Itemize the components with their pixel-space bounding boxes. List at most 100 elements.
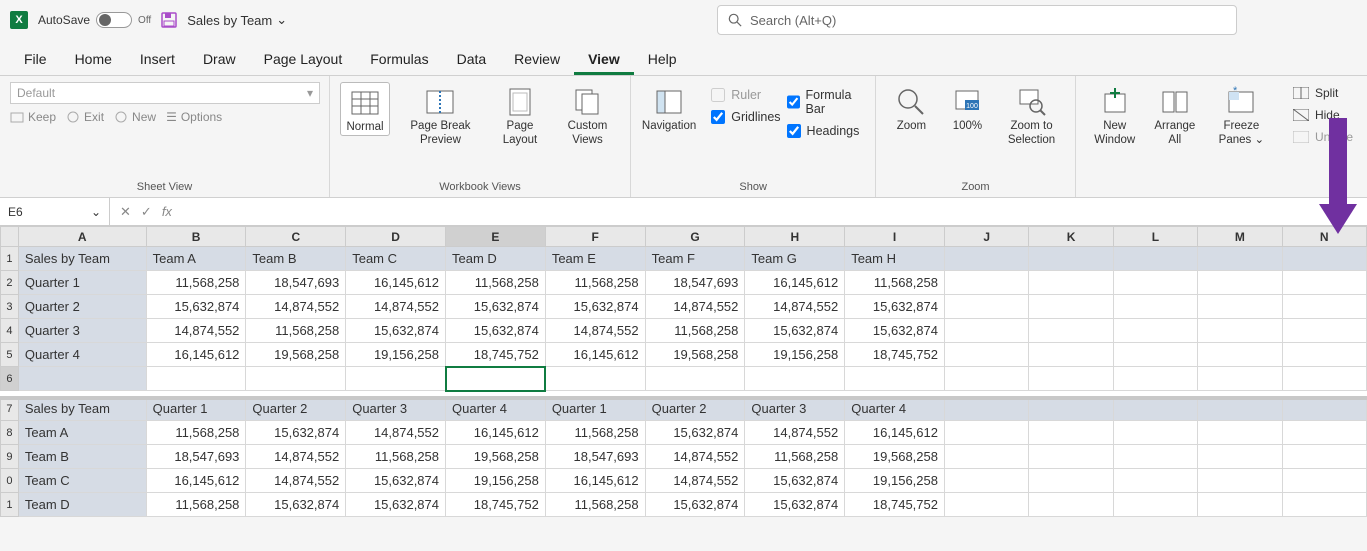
cell[interactable] <box>1029 343 1113 367</box>
cell[interactable]: 11,568,258 <box>146 421 246 445</box>
cell[interactable]: 11,568,258 <box>346 445 446 469</box>
tab-help[interactable]: Help <box>634 43 691 75</box>
save-icon[interactable] <box>161 12 177 28</box>
cell[interactable]: 18,547,693 <box>645 271 745 295</box>
cell[interactable]: 19,156,258 <box>446 469 546 493</box>
cell[interactable] <box>1198 367 1282 391</box>
cell[interactable]: 15,632,874 <box>446 295 546 319</box>
cell[interactable] <box>1113 445 1197 469</box>
cell[interactable] <box>645 367 745 391</box>
col-header-K[interactable]: K <box>1029 227 1113 247</box>
cell[interactable] <box>1282 319 1367 343</box>
cell[interactable]: 11,568,258 <box>146 493 246 517</box>
cell[interactable]: 11,568,258 <box>545 271 645 295</box>
cell[interactable] <box>945 367 1029 391</box>
gridlines-checkbox[interactable]: Gridlines <box>711 110 780 124</box>
cell[interactable]: 15,632,874 <box>446 319 546 343</box>
cell[interactable]: Team F <box>645 247 745 271</box>
cell[interactable]: 16,145,612 <box>446 421 546 445</box>
cell[interactable]: Team H <box>845 247 945 271</box>
cell[interactable] <box>1282 271 1367 295</box>
cell[interactable]: Team C <box>346 247 446 271</box>
cell[interactable]: 18,745,752 <box>446 343 546 367</box>
cell[interactable]: 18,547,693 <box>146 445 246 469</box>
cell[interactable]: Team G <box>745 247 845 271</box>
cell[interactable]: 15,632,874 <box>346 469 446 493</box>
cell[interactable] <box>1113 421 1197 445</box>
worksheet-grid[interactable]: ABCDEFGHIJKLMN1Sales by TeamTeam ATeam B… <box>0 226 1367 517</box>
split-button[interactable]: Split <box>1289 84 1357 102</box>
cell[interactable]: 11,568,258 <box>645 319 745 343</box>
col-header-F[interactable]: F <box>545 227 645 247</box>
row-header[interactable]: 5 <box>1 343 19 367</box>
cell[interactable]: 15,632,874 <box>246 421 346 445</box>
cell[interactable]: 11,568,258 <box>146 271 246 295</box>
cell[interactable]: 18,547,693 <box>545 445 645 469</box>
cell[interactable]: 19,568,258 <box>246 343 346 367</box>
cell[interactable]: 11,568,258 <box>446 271 546 295</box>
cell[interactable]: 11,568,258 <box>246 319 346 343</box>
cell[interactable] <box>1198 343 1282 367</box>
cell[interactable]: 11,568,258 <box>545 421 645 445</box>
enter-icon[interactable]: ✓ <box>137 204 156 220</box>
cell[interactable] <box>945 295 1029 319</box>
row-header[interactable]: 4 <box>1 319 19 343</box>
row-header[interactable]: 2 <box>1 271 19 295</box>
keep-button[interactable]: Keep <box>10 110 56 124</box>
cell[interactable]: 14,874,552 <box>745 295 845 319</box>
cell[interactable] <box>1282 397 1367 421</box>
col-header-C[interactable]: C <box>246 227 346 247</box>
navigation-button[interactable]: Navigation <box>641 82 697 134</box>
cell[interactable] <box>1113 343 1197 367</box>
tab-file[interactable]: File <box>10 43 61 75</box>
autosave-toggle[interactable]: AutoSave Off <box>38 12 151 28</box>
cell[interactable]: Quarter 2 <box>645 397 745 421</box>
cell[interactable] <box>1029 271 1113 295</box>
cell[interactable] <box>1029 367 1113 391</box>
cell[interactable]: 14,874,552 <box>545 319 645 343</box>
cell[interactable] <box>1029 421 1113 445</box>
formula-input[interactable] <box>182 198 1367 225</box>
cell[interactable] <box>1198 421 1282 445</box>
cell[interactable]: 15,632,874 <box>745 493 845 517</box>
cell[interactable]: 14,874,552 <box>246 469 346 493</box>
cell[interactable] <box>1029 247 1113 271</box>
cell[interactable]: 15,632,874 <box>146 295 246 319</box>
tab-view[interactable]: View <box>574 43 634 75</box>
cell[interactable]: 15,632,874 <box>845 295 945 319</box>
cell[interactable]: 19,156,258 <box>845 469 945 493</box>
cell[interactable] <box>1029 445 1113 469</box>
col-header-B[interactable]: B <box>146 227 246 247</box>
cell[interactable]: 15,632,874 <box>645 421 745 445</box>
cell[interactable]: 16,145,612 <box>146 343 246 367</box>
cell[interactable]: Team C <box>18 469 146 493</box>
cell[interactable] <box>745 367 845 391</box>
cell[interactable] <box>1113 493 1197 517</box>
cell[interactable] <box>945 247 1029 271</box>
cell[interactable]: Team A <box>18 421 146 445</box>
cell[interactable]: 15,632,874 <box>346 493 446 517</box>
cell[interactable]: 15,632,874 <box>346 319 446 343</box>
cell[interactable] <box>1113 397 1197 421</box>
cell[interactable] <box>945 343 1029 367</box>
cell[interactable] <box>945 319 1029 343</box>
cell[interactable]: 15,632,874 <box>246 493 346 517</box>
cell[interactable] <box>845 367 945 391</box>
cell[interactable]: 19,568,258 <box>446 445 546 469</box>
cell[interactable]: Quarter 4 <box>446 397 546 421</box>
cell[interactable]: 14,874,552 <box>645 469 745 493</box>
row-header[interactable]: 1 <box>1 493 19 517</box>
cell[interactable] <box>1029 469 1113 493</box>
formula-bar-checkbox[interactable]: Formula Bar <box>787 88 866 116</box>
cell[interactable]: 19,156,258 <box>745 343 845 367</box>
col-header-J[interactable]: J <box>945 227 1029 247</box>
tab-data[interactable]: Data <box>443 43 501 75</box>
cell[interactable]: Quarter 1 <box>18 271 146 295</box>
cell[interactable] <box>1029 397 1113 421</box>
cell[interactable]: Quarter 1 <box>545 397 645 421</box>
cell[interactable] <box>945 445 1029 469</box>
zoom-100-button[interactable]: 100 100% <box>942 82 992 134</box>
cell[interactable]: 18,745,752 <box>446 493 546 517</box>
cell[interactable]: Quarter 2 <box>18 295 146 319</box>
cell[interactable]: 16,145,612 <box>346 271 446 295</box>
